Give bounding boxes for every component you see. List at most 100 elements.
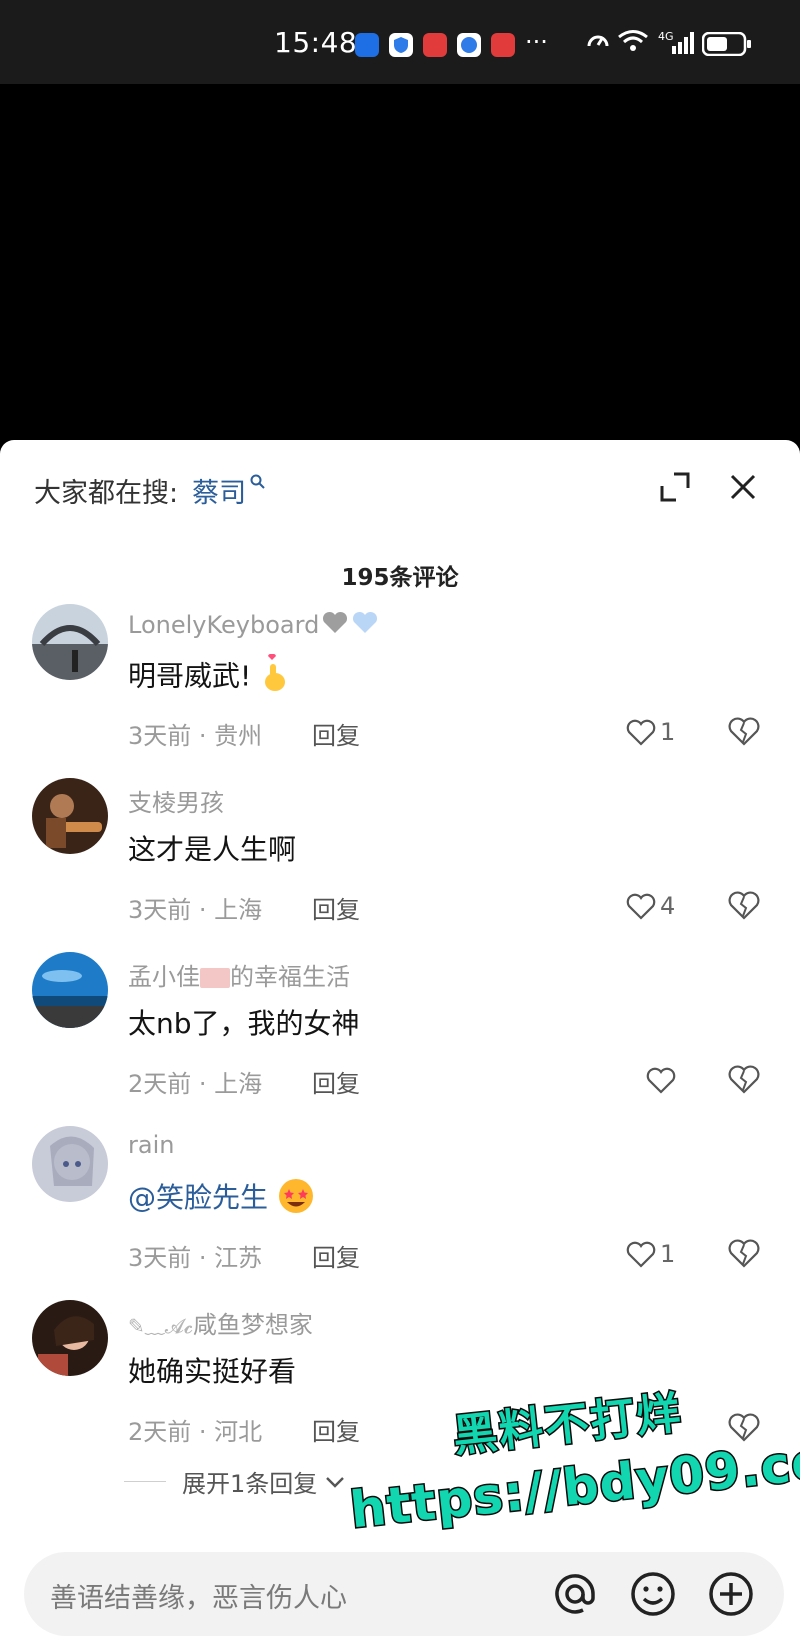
comment-location: 河北 (214, 1418, 263, 1446)
comment-location: 上海 (214, 896, 263, 924)
comment-meta: 2天前 · 上海 (128, 1070, 263, 1098)
like-button[interactable]: 1 (626, 716, 675, 748)
comment-count: 195条评论 (341, 565, 459, 591)
dislike-button[interactable] (728, 890, 760, 922)
comment-location: 贵州 (214, 722, 263, 750)
comment-item: LonelyKeyboard 明哥威武! 3天前 · 贵州 回复 1 (0, 604, 800, 774)
username-text: 咸鱼梦想家 (192, 1311, 313, 1339)
username[interactable]: LonelyKeyboard (128, 609, 381, 643)
comment-location: 江苏 (214, 1244, 263, 1272)
like-button[interactable]: 1 (626, 1238, 675, 1270)
username[interactable]: 支棱男孩 (128, 783, 224, 818)
status-time: 15:48 (274, 26, 358, 59)
cellular-signal-icon: 4G (658, 30, 694, 60)
comment-text: 明哥威武! (128, 653, 289, 701)
expand-replies-button[interactable]: 展开1条回复 (124, 1464, 347, 1499)
trending-search[interactable]: 大家都在搜: 蔡司 (34, 470, 266, 510)
plus-circle-icon (709, 1572, 753, 1616)
comment-input-placeholder[interactable]: 善语结善缘，恶言伤人心 (50, 1576, 347, 1615)
comment-text-content: 明哥威武! (128, 659, 252, 693)
trending-search-term[interactable]: 蔡司 (192, 471, 246, 510)
broken-heart-icon (728, 1065, 760, 1094)
message-icon (355, 33, 379, 57)
more-notifications-icon: ··· (525, 28, 548, 56)
username[interactable]: ✎﹏𝓐𝓬咸鱼梦想家 (128, 1305, 313, 1340)
browser-icon (457, 33, 481, 57)
heart-icon (626, 719, 656, 746)
app-icon (423, 33, 447, 57)
comment-input-bar[interactable]: 善语结善缘，恶言伤人心 (24, 1552, 784, 1636)
speed-icon (585, 28, 611, 58)
divider (124, 1481, 166, 1482)
wifi-icon (617, 28, 649, 58)
at-sign-icon (555, 1574, 595, 1614)
redaction-mark (200, 968, 230, 988)
username[interactable]: 孟小佳 的幸福生活 (128, 957, 350, 992)
comment-text: @笑脸先生 (128, 1176, 316, 1222)
search-icon (250, 474, 266, 494)
add-button[interactable] (706, 1569, 756, 1619)
trending-search-label: 大家都在搜: (34, 477, 179, 509)
comment-meta: 3天前 · 上海 (128, 896, 263, 924)
heart-icon (626, 893, 656, 920)
comment-item: rain @笑脸先生 3天前 · 江苏 回复 1 (0, 1126, 800, 1296)
heart-badges-icon (321, 609, 381, 643)
comment-meta: 3天前 · 贵州 (128, 722, 263, 750)
emoji-button[interactable] (628, 1569, 678, 1619)
dislike-button[interactable] (728, 1064, 760, 1096)
like-button[interactable] (646, 1064, 676, 1096)
finger-heart-icon (259, 653, 289, 701)
mention-link[interactable]: @笑脸先生 (128, 1181, 268, 1214)
comment-text: 太nb了，我的女神 (128, 1007, 360, 1040)
broken-heart-icon (728, 1239, 760, 1268)
like-count: 4 (660, 892, 676, 920)
broken-heart-icon (728, 717, 760, 746)
battery-icon (701, 31, 752, 60)
comment-time: 2天前 (128, 1070, 192, 1098)
video-area[interactable] (0, 84, 800, 440)
reply-button[interactable]: 回复 (312, 890, 360, 925)
shield-icon (389, 33, 413, 57)
close-icon (730, 474, 756, 500)
dislike-button[interactable] (728, 716, 760, 748)
avatar[interactable] (32, 604, 108, 680)
expand-replies-label: 展开1条回复 (182, 1470, 318, 1498)
comment-text: 她确实挺好看 (128, 1355, 297, 1388)
red-app-icon (491, 33, 515, 57)
reply-button[interactable]: 回复 (312, 1238, 360, 1273)
comment-item: 支棱男孩 这才是人生啊 3天前 · 上海 回复 4 (0, 778, 800, 948)
heart-icon (646, 1067, 676, 1094)
like-count: 1 (660, 1240, 676, 1268)
avatar[interactable] (32, 1300, 108, 1376)
mention-button[interactable] (550, 1569, 600, 1619)
expand-button[interactable] (656, 468, 694, 506)
heart-icon (626, 1241, 656, 1268)
dislike-button[interactable] (728, 1238, 760, 1270)
chevron-down-icon (326, 1476, 345, 1488)
comment-item: 孟小佳 的幸福生活 太nb了，我的女神 2天前 · 上海 回复 (0, 952, 800, 1122)
username-suffix: 的幸福生活 (230, 963, 350, 991)
username[interactable]: rain (128, 1131, 174, 1159)
comment-time: 3天前 (128, 722, 192, 750)
username-decoration: ✎﹏𝓐𝓬 (128, 1314, 193, 1338)
comment-text: 这才是人生啊 (128, 833, 297, 866)
expand-icon (660, 472, 690, 502)
comment-location: 上海 (214, 1070, 263, 1098)
comment-time: 3天前 (128, 896, 192, 924)
status-bar: 15:48 ··· 4G (0, 0, 800, 84)
comment-meta: 2天前 · 河北 (128, 1418, 263, 1446)
comment-time: 2天前 (128, 1418, 192, 1446)
avatar[interactable] (32, 952, 108, 1028)
username-text: LonelyKeyboard (128, 611, 320, 639)
avatar[interactable] (32, 1126, 108, 1202)
like-button[interactable]: 4 (626, 890, 675, 922)
like-count: 1 (660, 718, 676, 746)
comment-meta: 3天前 · 江苏 (128, 1244, 263, 1272)
smiley-icon (631, 1572, 675, 1616)
avatar[interactable] (32, 778, 108, 854)
close-button[interactable] (724, 468, 762, 506)
reply-button[interactable]: 回复 (312, 716, 360, 751)
star-struck-icon (276, 1177, 316, 1222)
network-type-label: 4G (658, 30, 674, 43)
reply-button[interactable]: 回复 (312, 1064, 360, 1099)
